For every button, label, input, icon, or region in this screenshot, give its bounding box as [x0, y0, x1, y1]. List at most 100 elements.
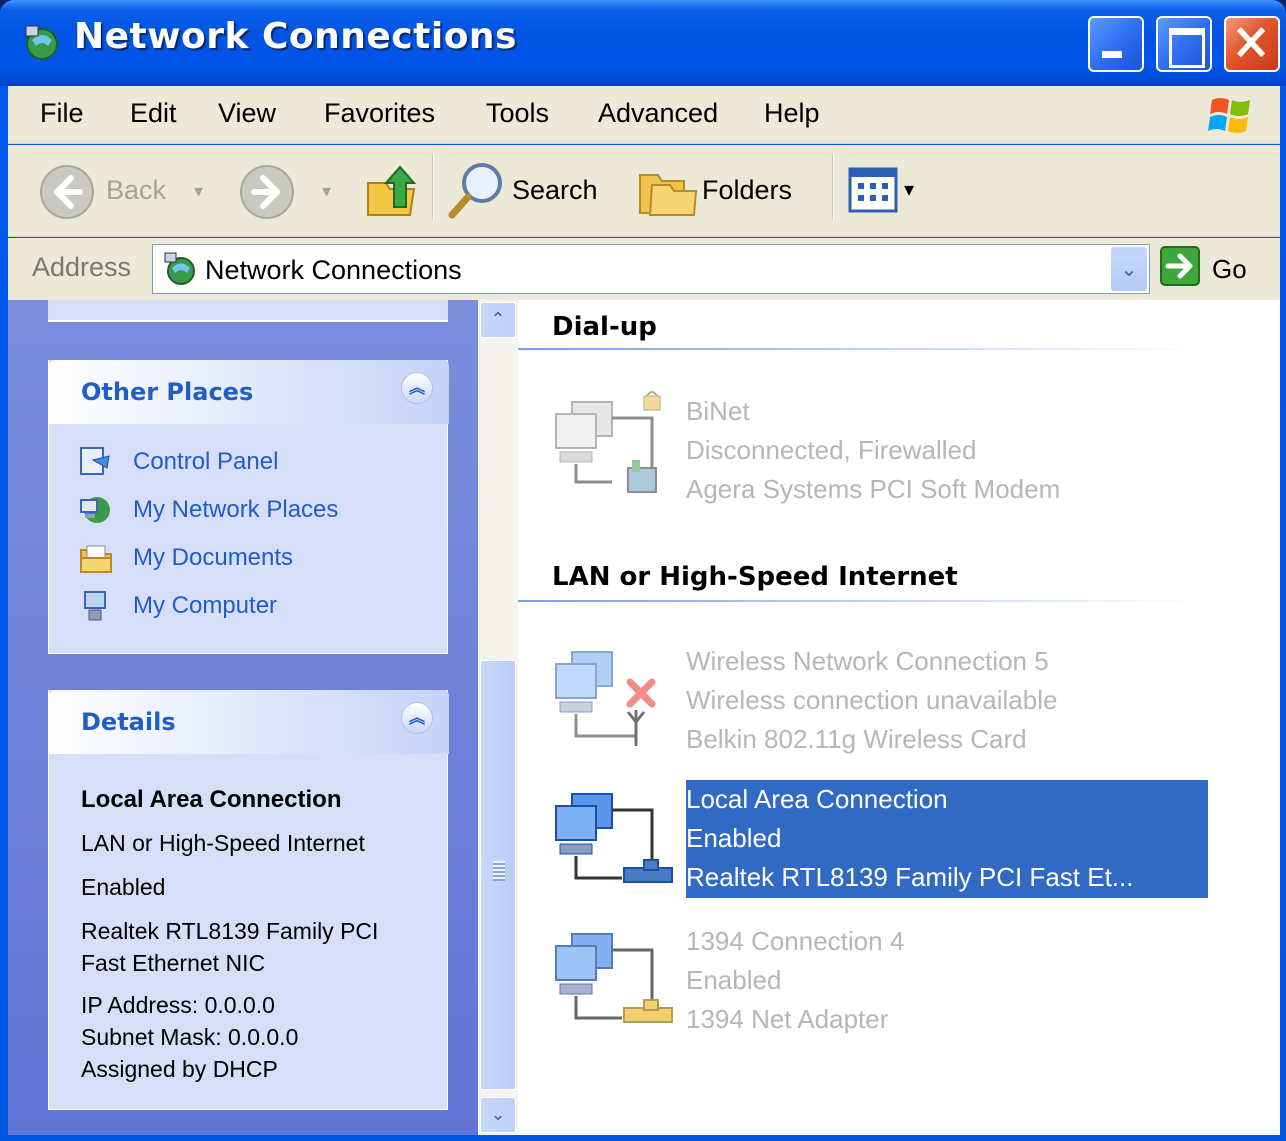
place-link-label[interactable]: Control Panel [133, 448, 278, 476]
search-icon[interactable] [446, 159, 508, 221]
other-places-panel: Other Places ︽ Control Panel My Network … [48, 360, 449, 654]
place-my-documents[interactable]: My Documents [79, 540, 293, 576]
scroll-thumb[interactable] [480, 660, 516, 1090]
place-my-computer[interactable]: My Computer [79, 588, 277, 624]
place-link-label[interactable]: My Documents [133, 544, 293, 572]
details-assigned-by: Assigned by DHCP [81, 1056, 278, 1082]
details-connection-name: Local Area Connection [81, 786, 342, 813]
address-dropdown-button[interactable]: ⌄ [1111, 247, 1147, 291]
windows-logo-icon [1208, 98, 1250, 133]
group-title-lan: LAN or High-Speed Internet [552, 562, 958, 592]
wireless-connection-icon[interactable] [552, 640, 680, 750]
back-button-label[interactable]: Back [106, 175, 166, 206]
scroll-up-button[interactable]: ⌃ [480, 302, 516, 338]
forward-dropdown-icon[interactable]: ▾ [322, 181, 331, 202]
chevron-up-icon[interactable]: ︽ [401, 702, 433, 734]
network-places-icon [80, 497, 110, 523]
dialup-connection-icon[interactable] [552, 390, 680, 500]
lan-connection-icon[interactable] [552, 782, 680, 892]
connection-device: 1394 Net Adapter [686, 1004, 889, 1034]
folders-button-label[interactable]: Folders [702, 175, 792, 206]
connection-status: Enabled [686, 965, 782, 995]
menu-view[interactable]: View [218, 98, 276, 129]
forward-arrow-icon[interactable] [238, 163, 296, 221]
connection-status: Disconnected, Firewalled [686, 435, 977, 465]
standard-toolbar: Back ▾ ▾ Search Folders ▾ [8, 145, 1280, 237]
details-status: Enabled [81, 874, 166, 900]
task-pane-top-box [48, 300, 448, 322]
connection-status: Wireless connection unavailable [686, 685, 1058, 715]
network-connections-window: Network Connections File Edit View Favor… [0, 0, 1286, 1141]
firewire-connection-icon[interactable] [552, 922, 680, 1032]
connection-1394-4[interactable]: 1394 Connection 4 Enabled 1394 Net Adapt… [686, 922, 904, 1039]
folders-icon[interactable] [638, 163, 698, 217]
scroll-grip [493, 861, 505, 881]
connection-status: Enabled [686, 823, 782, 853]
group-divider [518, 600, 1198, 602]
place-control-panel[interactable]: Control Panel [79, 444, 278, 480]
views-dropdown-icon[interactable]: ▾ [904, 177, 914, 201]
task-pane: Other Places ︽ Control Panel My Network … [8, 300, 478, 1135]
other-places-header[interactable]: Other Places ︽ [49, 360, 449, 424]
connection-binet[interactable]: BiNet Disconnected, Firewalled Agera Sys… [686, 392, 1060, 509]
close-icon [1236, 27, 1266, 58]
details-connection-type: LAN or High-Speed Internet [81, 830, 365, 856]
details-device-line2: Fast Ethernet NIC [81, 950, 266, 976]
place-link-label[interactable]: My Computer [133, 592, 277, 620]
other-places-title: Other Places [81, 378, 254, 406]
toolbar-separator [432, 155, 434, 219]
toolbar-separator [832, 155, 834, 219]
connection-device: Belkin 802.11g Wireless Card [686, 724, 1027, 754]
views-icon[interactable] [848, 167, 898, 213]
title-bar[interactable]: Network Connections [0, 0, 1286, 86]
menu-help[interactable]: Help [764, 98, 820, 129]
place-link-label[interactable]: My Network Places [133, 496, 338, 524]
details-device-line1: Realtek RTL8139 Family PCI [81, 918, 379, 944]
search-button-label[interactable]: Search [512, 175, 598, 206]
back-dropdown-icon[interactable]: ▾ [194, 181, 203, 202]
menu-advanced[interactable]: Advanced [598, 98, 718, 129]
back-arrow-icon[interactable] [38, 163, 96, 221]
connection-wireless-5[interactable]: Wireless Network Connection 5 Wireless c… [686, 642, 1057, 759]
menu-tools[interactable]: Tools [486, 98, 549, 129]
connections-list: Dial-up BiNet Disconnected, Firewalled A… [518, 300, 1280, 1135]
close-button[interactable] [1224, 16, 1280, 72]
group-divider [518, 348, 1194, 350]
chevron-up-icon[interactable]: ︽ [401, 372, 433, 404]
connection-name: Local Area Connection [686, 784, 948, 814]
menu-bar: File Edit View Favorites Tools Advanced … [8, 86, 1280, 144]
place-my-network-places[interactable]: My Network Places [79, 492, 338, 528]
connection-local-area[interactable]: Local Area Connection Enabled Realtek RT… [686, 780, 1208, 898]
details-subnet-mask: Subnet Mask: 0.0.0.0 [81, 1024, 299, 1050]
window-title: Network Connections [74, 16, 517, 57]
connection-device: Realtek RTL8139 Family PCI Fast Et... [686, 862, 1134, 892]
details-header[interactable]: Details ︽ [49, 690, 449, 754]
my-computer-icon [84, 591, 106, 621]
details-panel: Details ︽ Local Area Connection LAN or H… [48, 690, 449, 1110]
minimize-button[interactable] [1088, 16, 1144, 72]
connection-name: 1394 Connection 4 [686, 926, 905, 956]
go-arrow-icon[interactable] [1160, 246, 1200, 286]
connection-name: Wireless Network Connection 5 [686, 646, 1049, 676]
address-value: Network Connections [205, 255, 462, 285]
address-bar: Address Network Connections ⌄ Go [8, 238, 1280, 300]
address-label: Address [32, 252, 132, 282]
menu-edit[interactable]: Edit [130, 98, 177, 129]
scroll-down-button[interactable]: ⌄ [480, 1097, 516, 1133]
connection-name: BiNet [686, 396, 750, 426]
connection-device: Agera Systems PCI Soft Modem [686, 474, 1061, 504]
address-input[interactable]: Network Connections ⌄ [152, 244, 1150, 294]
menu-file[interactable]: File [40, 98, 84, 129]
maximize-button[interactable] [1156, 16, 1212, 72]
details-title: Details [81, 708, 176, 736]
go-button[interactable]: Go [1212, 254, 1247, 285]
network-connections-icon [164, 252, 195, 285]
control-panel-icon [80, 447, 110, 475]
menu-favorites[interactable]: Favorites [324, 98, 435, 129]
network-connections-icon [25, 25, 58, 60]
vertical-scrollbar[interactable]: ⌃ ⌄ [478, 300, 518, 1135]
up-folder-icon[interactable] [364, 161, 420, 219]
my-documents-icon [80, 545, 112, 573]
details-ip-address: IP Address: 0.0.0.0 [81, 992, 275, 1018]
group-title-dialup: Dial-up [552, 312, 657, 342]
